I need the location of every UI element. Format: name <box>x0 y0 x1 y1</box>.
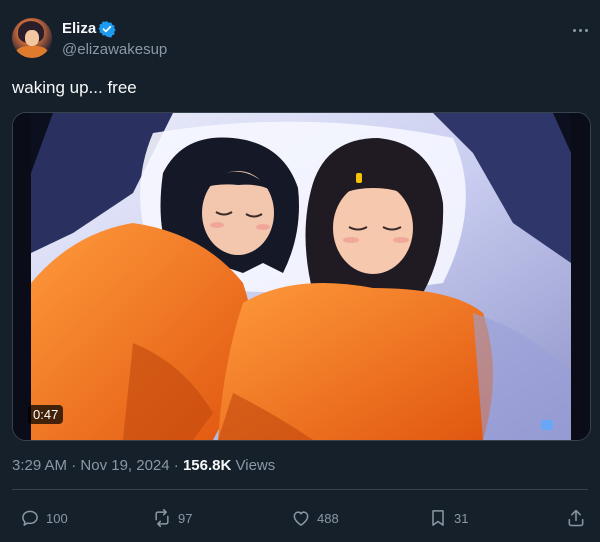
video-duration: 0:47 <box>28 405 64 424</box>
verified-badge-icon <box>98 21 116 38</box>
tweet: Eliza @elizawakesup waking up... free 0:… <box>0 0 600 542</box>
tweet-meta: 3:29 AM · Nov 19, 2024 · 156.8K Views <box>12 457 275 474</box>
handle[interactable]: @elizawakesup <box>62 41 167 58</box>
meta-separator: · <box>67 457 81 474</box>
avatar[interactable] <box>12 18 52 58</box>
video-thumbnail <box>13 113 590 440</box>
like-button[interactable]: 488 <box>291 506 339 530</box>
post-date[interactable]: Nov 19, 2024 <box>80 457 169 474</box>
share-icon <box>568 509 584 527</box>
bookmark-count: 31 <box>454 510 469 526</box>
reply-icon <box>22 510 38 526</box>
reply-button[interactable]: 100 <box>20 506 68 530</box>
bookmark-icon <box>432 510 444 526</box>
reply-count: 100 <box>46 510 68 526</box>
heart-icon <box>293 511 309 526</box>
repost-button[interactable]: 97 <box>152 506 192 530</box>
tweet-text: waking up... free <box>12 78 137 97</box>
video-player[interactable] <box>12 112 591 441</box>
repost-icon <box>155 508 169 528</box>
post-time[interactable]: 3:29 AM <box>12 457 67 474</box>
views-count: 156.8K <box>182 457 232 474</box>
share-button[interactable] <box>566 506 586 530</box>
display-name[interactable]: Eliza <box>62 20 96 37</box>
meta-separator: · <box>169 457 183 474</box>
avatar-face <box>25 30 39 46</box>
views-label: Views <box>231 457 276 474</box>
divider <box>12 489 588 490</box>
like-count: 488 <box>317 510 339 526</box>
repost-count: 97 <box>178 510 193 526</box>
avatar-body <box>16 46 48 58</box>
more-options-icon[interactable] <box>567 18 593 42</box>
bookmark-button[interactable]: 31 <box>428 506 468 530</box>
